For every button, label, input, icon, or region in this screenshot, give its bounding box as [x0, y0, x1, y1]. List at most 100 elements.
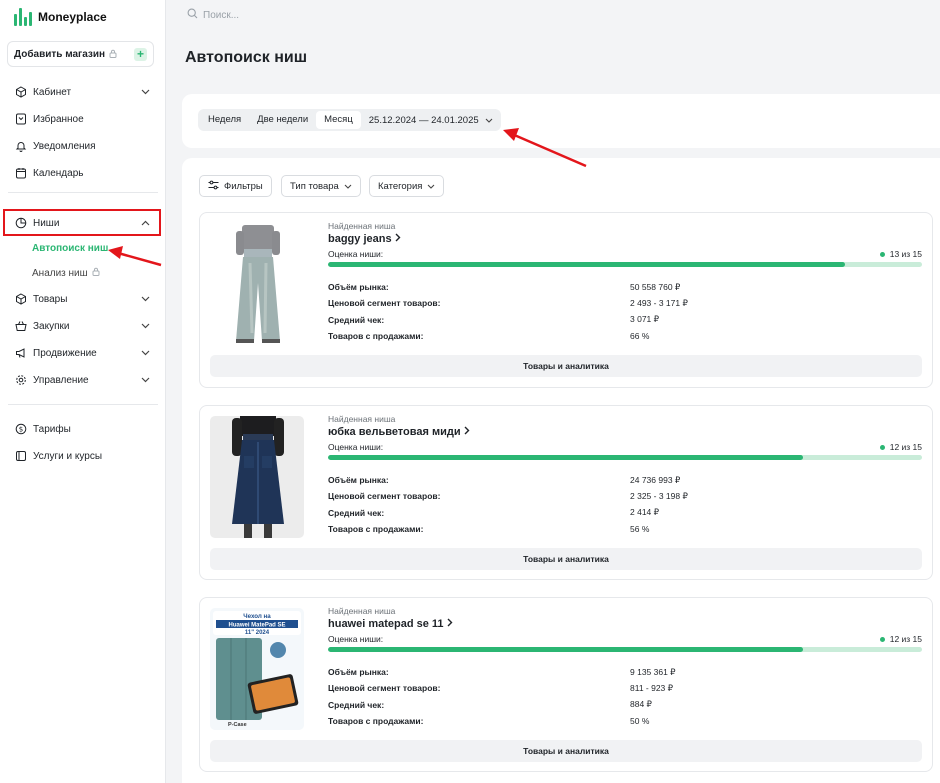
stat-label: Ценовой сегмент товаров: — [328, 491, 441, 502]
niche-score-bar-fill — [328, 455, 804, 460]
product-image-jeans[interactable] — [210, 223, 304, 345]
sidebar-item-label: Календарь — [33, 167, 84, 179]
sidebar-item-notifications[interactable]: Уведомления — [14, 136, 150, 156]
search-input[interactable]: Поиск... — [203, 10, 239, 21]
niche-score-row: Оценка ниши: 12 из 15 — [328, 634, 922, 644]
niche-name-link[interactable]: юбка вельветовая миди — [328, 426, 922, 438]
period-month-button[interactable]: Месяц — [316, 111, 361, 129]
stat-value: 811 - 923 ₽ — [630, 682, 674, 693]
sidebar-item-services[interactable]: Услуги и курсы — [14, 446, 150, 466]
sidebar-item-label: Тарифы — [33, 423, 71, 435]
products-analytics-button[interactable]: Товары и аналитика — [210, 355, 922, 377]
sidebar-item-cabinet[interactable]: Кабинет — [14, 82, 150, 102]
product-type-dropdown[interactable]: Тип товара — [281, 175, 361, 197]
sidebar-item-label: Управление — [33, 374, 89, 386]
app-logo[interactable]: Moneyplace — [14, 6, 107, 28]
product-image-tablet-case[interactable]: Чехол на Huawei MatePad SE 11" 2024 P-Ca… — [210, 608, 304, 730]
niche-score-bar-fill — [328, 262, 845, 267]
status-dot-icon — [879, 444, 885, 450]
niche-score-value: 12 из 15 — [889, 634, 922, 644]
chevron-down-icon — [141, 321, 150, 331]
niche-info: Найденная ниша baggy jeans Оценка ниши: … — [328, 221, 922, 344]
chevron-down-icon — [427, 181, 435, 192]
sidebar-item-purchases[interactable]: Закупки — [14, 316, 150, 336]
niche-score-label: Оценка ниши: — [328, 442, 384, 452]
chevron-down-icon — [141, 294, 150, 304]
box-icon — [14, 86, 27, 99]
megaphone-icon — [14, 347, 27, 360]
chevron-down-icon — [141, 348, 150, 358]
niche-caption: Найденная ниша — [328, 606, 396, 616]
sidebar-item-favorites[interactable]: Избранное — [14, 109, 150, 129]
niche-name: юбка вельветовая миди — [328, 426, 461, 438]
add-store-button[interactable]: Добавить магазин + — [7, 41, 154, 67]
case-title-line2: Huawei MatePad SE — [228, 622, 285, 628]
bookmark-icon — [14, 113, 27, 126]
stat-label: Объём рынка: — [328, 475, 389, 486]
sidebar-subitem-analysis[interactable]: Анализ ниш — [32, 267, 100, 279]
niche-name: huawei matepad se 11 — [328, 618, 444, 630]
sidebar: Moneyplace Добавить магазин + Кабинет Из… — [0, 0, 166, 783]
plus-icon[interactable]: + — [134, 47, 147, 61]
stat-label: Товаров с продажами: — [328, 524, 424, 535]
stat-with-sales: Товаров с продажами: 56 % — [328, 521, 922, 537]
product-type-label: Тип товара — [290, 180, 339, 192]
stat-avg-check: Средний чек: 884 ₽ — [328, 697, 922, 713]
sidebar-item-products[interactable]: Товары — [14, 289, 150, 309]
search-bar[interactable]: Поиск... — [187, 8, 239, 22]
niche-score-bar — [328, 455, 922, 460]
niche-name-link[interactable]: baggy jeans — [328, 233, 922, 245]
stat-label: Средний чек: — [328, 699, 385, 710]
stat-value: 2 325 - 3 198 ₽ — [630, 490, 688, 501]
stat-label: Товаров с продажами: — [328, 331, 424, 342]
period-week-button[interactable]: Неделя — [200, 111, 249, 129]
stat-avg-check: Средний чек: 2 414 ₽ — [328, 505, 922, 521]
filters-button[interactable]: Фильтры — [199, 175, 272, 197]
bell-icon — [14, 140, 27, 153]
stat-value: 66 % — [630, 331, 650, 342]
niche-name-link[interactable]: huawei matepad se 11 — [328, 618, 922, 630]
category-dropdown[interactable]: Категория — [369, 175, 445, 197]
stat-label: Товаров с продажами: — [328, 716, 424, 727]
sidebar-item-calendar[interactable]: Календарь — [14, 163, 150, 183]
product-image-skirt[interactable] — [210, 416, 304, 538]
lock-icon — [92, 267, 100, 279]
logo-icon — [14, 8, 32, 26]
niche-info: Найденная ниша юбка вельветовая миди Оце… — [328, 414, 922, 537]
book-icon — [14, 450, 27, 463]
stat-value: 50 % — [630, 716, 650, 727]
sidebar-divider — [8, 404, 158, 405]
stat-value: 2 493 - 3 171 ₽ — [630, 297, 688, 308]
add-store-label: Добавить магазин — [14, 48, 106, 60]
stat-with-sales: Товаров с продажами: 50 % — [328, 713, 922, 729]
stat-label: Объём рынка: — [328, 667, 389, 678]
app-name: Moneyplace — [38, 10, 107, 24]
sidebar-item-promotion[interactable]: Продвижение — [14, 343, 150, 363]
niche-card: Найденная ниша baggy jeans Оценка ниши: … — [199, 212, 933, 388]
products-analytics-button[interactable]: Товары и аналитика — [210, 740, 922, 762]
sidebar-item-tariffs[interactable]: $ Тарифы — [14, 419, 150, 439]
stat-avg-check: Средний чек: 3 071 ₽ — [328, 312, 922, 328]
period-selector: Неделя Две недели Месяц 25.12.2024 — 24.… — [198, 109, 501, 131]
period-two-weeks-button[interactable]: Две недели — [249, 111, 316, 129]
chevron-down-icon — [485, 115, 493, 126]
niche-caption: Найденная ниша — [328, 414, 396, 424]
sidebar-item-management[interactable]: Управление — [14, 370, 150, 390]
stat-label: Средний чек: — [328, 314, 385, 325]
products-analytics-button[interactable]: Товары и аналитика — [210, 548, 922, 570]
stat-value: 2 414 ₽ — [630, 507, 660, 518]
sidebar-item-label: Избранное — [33, 113, 84, 125]
case-title-line1: Чехол на — [243, 613, 271, 620]
date-range-dropdown[interactable]: 25.12.2024 — 24.01.2025 — [361, 115, 499, 126]
stat-label: Объём рынка: — [328, 282, 389, 293]
sidebar-subitem-autosearch[interactable]: Автопоиск ниш — [32, 243, 108, 254]
search-icon — [187, 8, 198, 22]
sidebar-item-label: Услуги и курсы — [33, 450, 103, 462]
status-dot-icon — [879, 636, 885, 642]
niche-score-row: Оценка ниши: 12 из 15 — [328, 442, 922, 452]
lock-icon — [109, 49, 117, 60]
sliders-icon — [208, 180, 219, 193]
date-range-value: 25.12.2024 — 24.01.2025 — [368, 114, 479, 126]
sidebar-subitem-label: Анализ ниш — [32, 267, 88, 279]
filters-label: Фильтры — [224, 180, 263, 192]
